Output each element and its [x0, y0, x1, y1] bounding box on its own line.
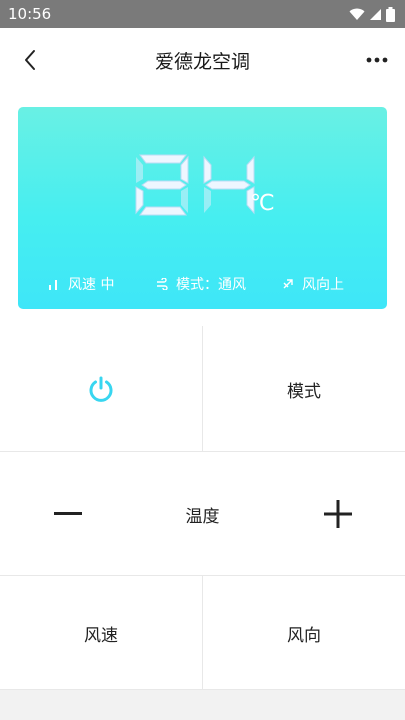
- divider: [0, 689, 405, 690]
- control-panel: 模式 温度 风速 风向: [0, 326, 405, 690]
- page-title: 爱德龙空调: [154, 50, 250, 73]
- fan-speed-text: 风速 中: [68, 277, 115, 293]
- plus-icon: [324, 500, 352, 528]
- direction-button-label: 风向: [287, 625, 321, 646]
- wind-icon: [157, 278, 168, 290]
- status-bar: 10:56: [0, 0, 405, 28]
- swing-icon: [283, 279, 293, 289]
- divider: [202, 576, 203, 690]
- minus-icon: [54, 512, 82, 515]
- direction-info: 风向上: [282, 274, 344, 294]
- signal-icon: [370, 8, 381, 20]
- fan-speed-button-label: 风速: [84, 625, 118, 646]
- more-options-button[interactable]: [361, 44, 393, 76]
- temperature-decrease-button[interactable]: [8, 452, 128, 576]
- temperature-row: 温度: [0, 452, 405, 576]
- display-panel: ℃ 风速 中 模式：通风 风向上: [0, 92, 405, 326]
- signal-bars-icon: [49, 280, 57, 290]
- mode-button-label: 模式: [287, 381, 321, 402]
- app-header: 爱德龙空调: [0, 28, 405, 92]
- mode-info: 模式：通风: [156, 274, 246, 294]
- fan-speed-info: 风速 中: [48, 274, 114, 294]
- temperature-increase-button[interactable]: [278, 452, 398, 576]
- back-button[interactable]: [14, 44, 46, 76]
- status-icons: [349, 6, 395, 22]
- mode-button[interactable]: 模式: [203, 326, 405, 452]
- divider: [202, 326, 203, 452]
- more-dots-icon: [366, 57, 388, 63]
- temperature-display: ℃ 风速 中 模式：通风 风向上: [18, 107, 387, 309]
- power-button[interactable]: [0, 326, 202, 452]
- wifi-icon: [349, 8, 365, 20]
- direction-text: 风向上: [302, 277, 344, 293]
- temperature-digits: [135, 154, 255, 216]
- temperature-unit: ℃: [250, 191, 275, 216]
- power-icon: [89, 376, 113, 402]
- status-info-row: 风速 中 模式：通风 风向上: [18, 273, 387, 295]
- mode-text: 模式：通风: [176, 277, 246, 293]
- direction-button[interactable]: 风向: [203, 576, 405, 690]
- battery-icon: [386, 6, 395, 22]
- status-time: 10:56: [8, 5, 52, 23]
- fan-speed-button[interactable]: 风速: [0, 576, 202, 690]
- chevron-left-icon: [25, 50, 35, 70]
